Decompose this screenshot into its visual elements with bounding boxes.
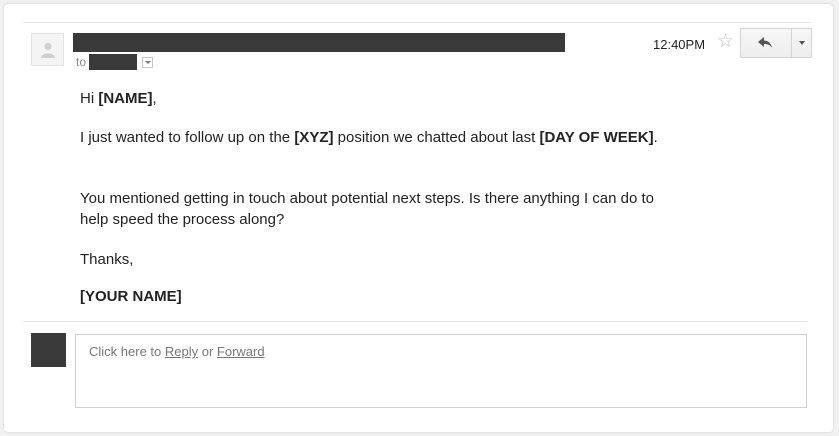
reply-button[interactable] bbox=[741, 29, 792, 57]
reply-button-group bbox=[740, 28, 812, 58]
sender-avatar bbox=[31, 33, 64, 66]
person-icon bbox=[41, 43, 55, 58]
top-divider bbox=[23, 22, 811, 23]
sender-name-redacted bbox=[73, 33, 565, 52]
reply-divider bbox=[23, 321, 807, 322]
greeting: Hi [NAME], bbox=[80, 90, 157, 107]
more-options-button[interactable] bbox=[792, 29, 811, 57]
user-avatar-redacted bbox=[31, 333, 66, 367]
show-details-dropdown[interactable] bbox=[142, 57, 153, 68]
star-icon[interactable]: ☆ bbox=[717, 32, 734, 52]
paragraph-followup: I just wanted to follow up on the [XYZ] … bbox=[80, 129, 658, 146]
timestamp: 12:40PM bbox=[653, 37, 706, 52]
paragraph-next-steps: You mentioned getting in touch about pot… bbox=[80, 190, 655, 228]
greeting-name: [NAME] bbox=[98, 90, 153, 107]
signature: [YOUR NAME] bbox=[80, 288, 182, 305]
reply-arrow-icon bbox=[758, 37, 772, 48]
reply-prompt: Click here to Reply or Forward bbox=[89, 344, 265, 359]
closing: Thanks, bbox=[80, 251, 134, 268]
forward-link[interactable]: Forward bbox=[217, 344, 265, 359]
quick-reply-box[interactable]: Click here to Reply or Forward bbox=[75, 334, 807, 408]
reply-link[interactable]: Reply bbox=[165, 344, 198, 359]
to-label: to bbox=[76, 55, 87, 69]
recipient-redacted bbox=[89, 54, 137, 70]
